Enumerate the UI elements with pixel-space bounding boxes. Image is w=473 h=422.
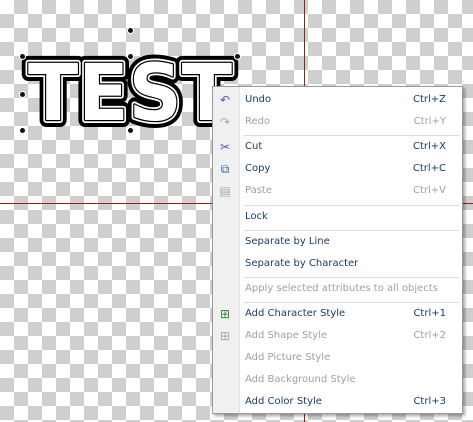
menu-item-shortcut: Ctrl+C bbox=[412, 163, 446, 174]
menu-item-lock[interactable]: Lock bbox=[213, 206, 462, 228]
menu-item-label: Undo bbox=[245, 94, 272, 105]
resize-handle-top[interactable] bbox=[127, 53, 134, 60]
menu-item-shortcut: Ctrl+2 bbox=[413, 330, 446, 341]
text-object-graphic: TEST TEST TEST bbox=[21, 42, 239, 146]
menu-item-label: Copy bbox=[245, 163, 271, 174]
context-menu: ↶ Undo Ctrl+Z ↷ Redo Ctrl+Y ✂ Cut Ctrl+X… bbox=[212, 86, 463, 414]
menu-item-shortcut: Ctrl+3 bbox=[413, 396, 446, 407]
menu-item-shortcut: Ctrl+Z bbox=[412, 94, 446, 105]
resize-handle-bottom-left[interactable] bbox=[19, 127, 26, 134]
menu-item-label: Add Character Style bbox=[245, 308, 346, 319]
menu-item-label: Cut bbox=[245, 141, 263, 152]
menu-item-label: Add Background Style bbox=[245, 374, 356, 385]
menu-item-paste[interactable]: ▤ Paste Ctrl+V bbox=[213, 180, 462, 202]
rotate-handle[interactable] bbox=[127, 27, 134, 34]
menu-item-redo[interactable]: ↷ Redo Ctrl+Y bbox=[213, 111, 462, 133]
scissors-icon: ✂ bbox=[219, 140, 231, 154]
menu-item-add-shape-style[interactable]: ⊞ Add Shape Style Ctrl+2 bbox=[213, 325, 462, 347]
menu-item-label: Separate by Line bbox=[245, 236, 330, 247]
add-shape-style-icon: ⊞ bbox=[219, 329, 231, 343]
resize-handle-left[interactable] bbox=[19, 91, 26, 98]
menu-item-shortcut: Ctrl+X bbox=[412, 141, 446, 152]
menu-item-copy[interactable]: ⧉ Copy Ctrl+C bbox=[213, 158, 462, 180]
menu-item-label: Paste bbox=[245, 185, 272, 196]
menu-item-add-character-style[interactable]: ⊞ Add Character Style Ctrl+1 bbox=[213, 303, 462, 325]
menu-item-label: Apply selected attributes to all objects bbox=[245, 283, 438, 294]
menu-item-label: Separate by Character bbox=[245, 258, 359, 269]
undo-icon: ↶ bbox=[219, 93, 231, 107]
resize-handle-top-left[interactable] bbox=[19, 53, 26, 60]
add-character-style-icon: ⊞ bbox=[219, 307, 231, 321]
redo-icon: ↷ bbox=[219, 115, 231, 129]
menu-item-add-background-style[interactable]: Add Background Style bbox=[213, 369, 462, 391]
menu-item-label: Add Shape Style bbox=[245, 330, 328, 341]
menu-item-shortcut: Ctrl+Y bbox=[413, 116, 446, 127]
menu-item-add-picture-style[interactable]: Add Picture Style bbox=[213, 347, 462, 369]
text-object-fill: TEST bbox=[28, 49, 232, 139]
menu-item-undo[interactable]: ↶ Undo Ctrl+Z bbox=[213, 89, 462, 111]
menu-item-separate-by-line[interactable]: Separate by Line bbox=[213, 231, 462, 253]
resize-handle-top-right[interactable] bbox=[234, 53, 241, 60]
menu-item-shortcut: Ctrl+1 bbox=[413, 308, 446, 319]
menu-item-label: Add Color Style bbox=[245, 396, 322, 407]
menu-item-label: Lock bbox=[245, 211, 268, 222]
copy-icon: ⧉ bbox=[220, 161, 230, 176]
menu-item-shortcut: Ctrl+V bbox=[412, 185, 446, 196]
menu-item-apply-attributes-all[interactable]: Apply selected attributes to all objects bbox=[213, 278, 462, 300]
menu-item-label: Redo bbox=[245, 116, 271, 127]
paste-icon: ▤ bbox=[219, 184, 231, 198]
menu-item-add-color-style[interactable]: Add Color Style Ctrl+3 bbox=[213, 391, 462, 413]
resize-handle-bottom[interactable] bbox=[127, 127, 134, 134]
selected-text-object[interactable]: TEST TEST TEST bbox=[21, 42, 239, 146]
menu-item-separate-by-character[interactable]: Separate by Character bbox=[213, 253, 462, 275]
menu-item-cut[interactable]: ✂ Cut Ctrl+X bbox=[213, 136, 462, 158]
menu-item-label: Add Picture Style bbox=[245, 352, 331, 363]
